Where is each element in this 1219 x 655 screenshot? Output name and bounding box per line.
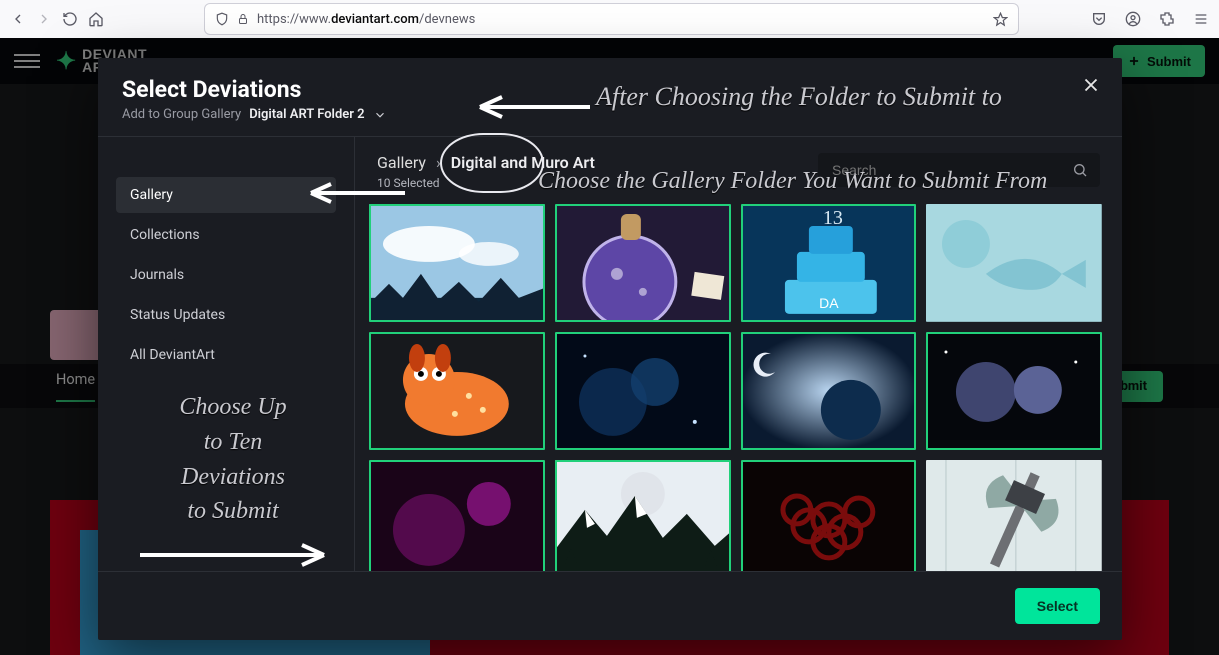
modal-title: Select Deviations [122, 76, 1098, 103]
destination-dropdown[interactable]: Add to Group Gallery Digital ART Folder … [122, 107, 1098, 122]
breadcrumb[interactable]: Gallery › Digital and Muro Art [377, 153, 595, 172]
extensions-icon[interactable] [1159, 11, 1175, 27]
sidebar-item-gallery[interactable]: Gallery [116, 177, 336, 213]
sidebar-item-status[interactable]: Status Updates [116, 297, 336, 333]
source-sidebar: Gallery Collections Journals Status Upda… [98, 137, 355, 571]
search-icon [1072, 162, 1088, 178]
pocket-icon[interactable] [1091, 11, 1107, 27]
search-input[interactable] [830, 161, 1064, 179]
sidebar-item-journals[interactable]: Journals [116, 257, 336, 293]
destination-folder: Digital ART Folder 2 [249, 107, 364, 122]
star-icon[interactable] [993, 12, 1008, 27]
browser-toolbar: https://www.deviantart.com/devnews [0, 0, 1219, 39]
account-icon[interactable] [1125, 11, 1141, 27]
select-deviations-modal: Select Deviations Add to Group Gallery D… [98, 58, 1122, 640]
thumbnail-fish[interactable] [926, 204, 1102, 322]
svg-text:DA: DA [819, 295, 839, 311]
thumbnail-grid: DA 13 [369, 204, 1102, 571]
reload-button[interactable] [62, 11, 78, 27]
url-text: https://www.deviantart.com/devnews [257, 12, 475, 27]
app-menu-icon[interactable] [1193, 11, 1209, 27]
thumbnail-sky[interactable] [369, 204, 545, 322]
chevron-down-icon [373, 108, 387, 122]
selected-count: 10 Selected [377, 176, 595, 190]
svg-text:13: 13 [822, 207, 842, 229]
destination-label: Add to Group Gallery [122, 107, 241, 122]
modal-header: Select Deviations Add to Group Gallery D… [98, 58, 1122, 136]
thumbnail-cake[interactable]: DA 13 [741, 204, 917, 322]
shield-icon [215, 12, 229, 26]
thumbnail-moons[interactable] [926, 332, 1102, 450]
thumbnail-magenta[interactable] [369, 460, 545, 571]
thumbnail-mountain[interactable] [555, 460, 731, 571]
close-button[interactable] [1080, 74, 1102, 96]
thumbnail-hammer[interactable] [926, 460, 1102, 571]
forward-button[interactable] [36, 11, 52, 27]
thumbnail-rose[interactable] [741, 460, 917, 571]
url-bar[interactable]: https://www.deviantart.com/devnews [204, 3, 1019, 35]
sidebar-item-all[interactable]: All DeviantArt [116, 337, 336, 373]
thumbnail-potion[interactable] [555, 204, 731, 322]
thumbnail-dog[interactable] [369, 332, 545, 450]
thumbnail-nebula1[interactable] [555, 332, 731, 450]
search-box[interactable] [818, 153, 1100, 187]
lock-icon [237, 13, 249, 25]
home-button[interactable] [88, 11, 104, 27]
thumbnail-nebula2[interactable] [741, 332, 917, 450]
back-button[interactable] [10, 11, 26, 27]
select-button[interactable]: Select [1015, 588, 1100, 624]
sidebar-item-collections[interactable]: Collections [116, 217, 336, 253]
